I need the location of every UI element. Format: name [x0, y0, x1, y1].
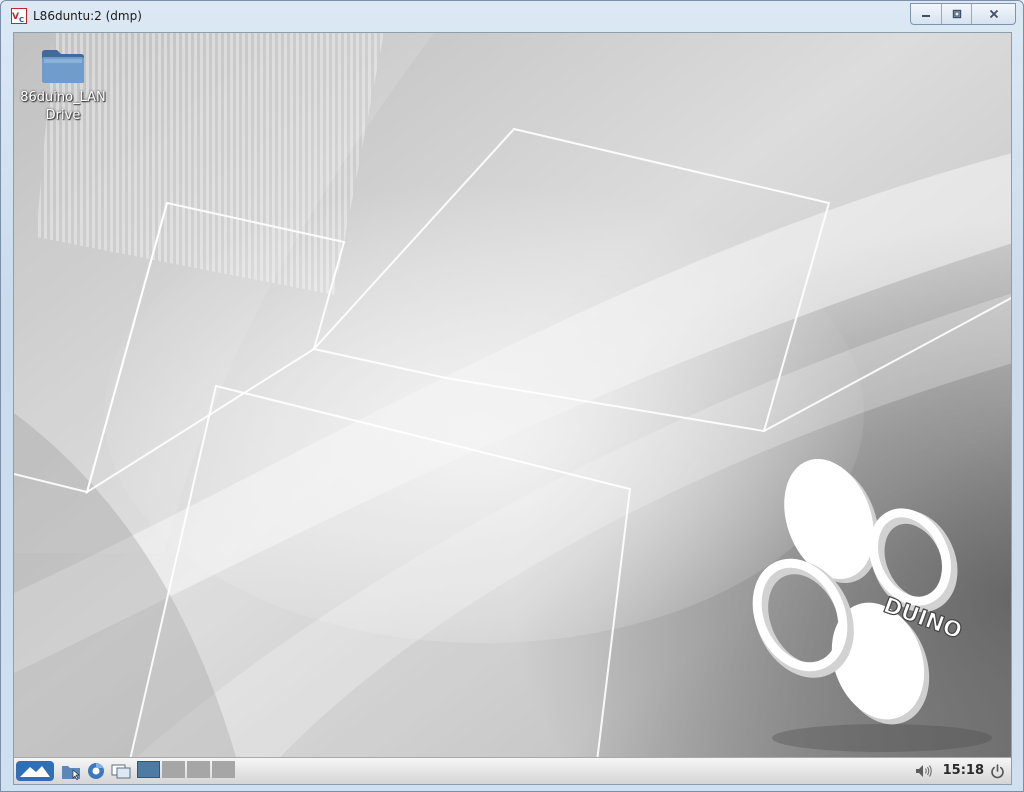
vnc-viewer-icon: V C: [11, 8, 27, 24]
workspace-3[interactable]: [187, 761, 210, 778]
web-browser-launcher[interactable]: [85, 761, 107, 781]
workspace-1[interactable]: [137, 761, 160, 778]
show-desktop-icon: [111, 764, 131, 779]
web-browser-icon: [88, 763, 104, 779]
minimize-button[interactable]: [911, 4, 941, 24]
svg-text:V: V: [12, 12, 19, 22]
taskbar: 15:18: [14, 757, 1011, 784]
power-button[interactable]: [987, 761, 1007, 781]
restore-icon: [952, 9, 961, 19]
desktop-icon-lan-drive[interactable]: 86duino_LAN Drive: [20, 47, 106, 125]
close-button[interactable]: [971, 4, 1015, 24]
svg-text:C: C: [19, 16, 24, 24]
volume-icon: [916, 765, 932, 777]
window-titlebar[interactable]: V C L86duntu:2 (dmp): [1, 1, 1023, 31]
file-manager-launcher[interactable]: [60, 761, 82, 781]
vnc-window: V C L86duntu:2 (dmp) DUINO 86duino_LAN D…: [0, 0, 1024, 792]
window-title: L86duntu:2 (dmp): [33, 9, 142, 23]
show-desktop-launcher[interactable]: [110, 761, 132, 781]
start-menu-button[interactable]: [16, 761, 54, 781]
start-menu-icon: [16, 761, 54, 781]
desktop-wallpaper: DUINO: [14, 33, 1011, 784]
desktop-icon-label: 86duino_LAN Drive: [20, 90, 106, 123]
close-icon: [989, 9, 998, 19]
minimize-icon: [922, 15, 930, 17]
window-controls: [910, 3, 1016, 25]
folder-icon: [42, 50, 84, 83]
taskbar-clock[interactable]: 15:18: [943, 763, 984, 778]
remote-desktop[interactable]: DUINO 86duino_LAN Drive 15:18: [13, 32, 1012, 785]
volume-control[interactable]: [913, 761, 935, 781]
workspace-4[interactable]: [212, 761, 235, 778]
power-icon: [990, 763, 1004, 778]
restore-button[interactable]: [941, 4, 971, 24]
workspace-2[interactable]: [162, 761, 185, 778]
workspace-pager: [137, 761, 235, 778]
file-manager-icon: [62, 766, 80, 780]
